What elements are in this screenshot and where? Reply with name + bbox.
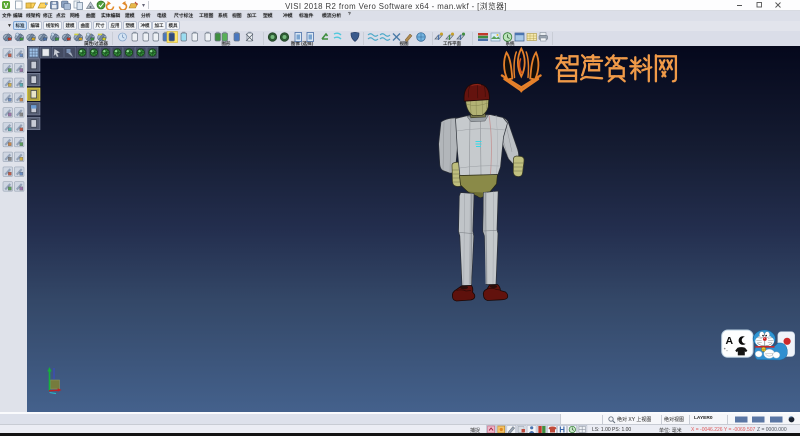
svg-text:A: A — [726, 335, 734, 347]
svg-text:V: V — [4, 3, 9, 10]
svg-text:▾: ▾ — [142, 3, 145, 9]
